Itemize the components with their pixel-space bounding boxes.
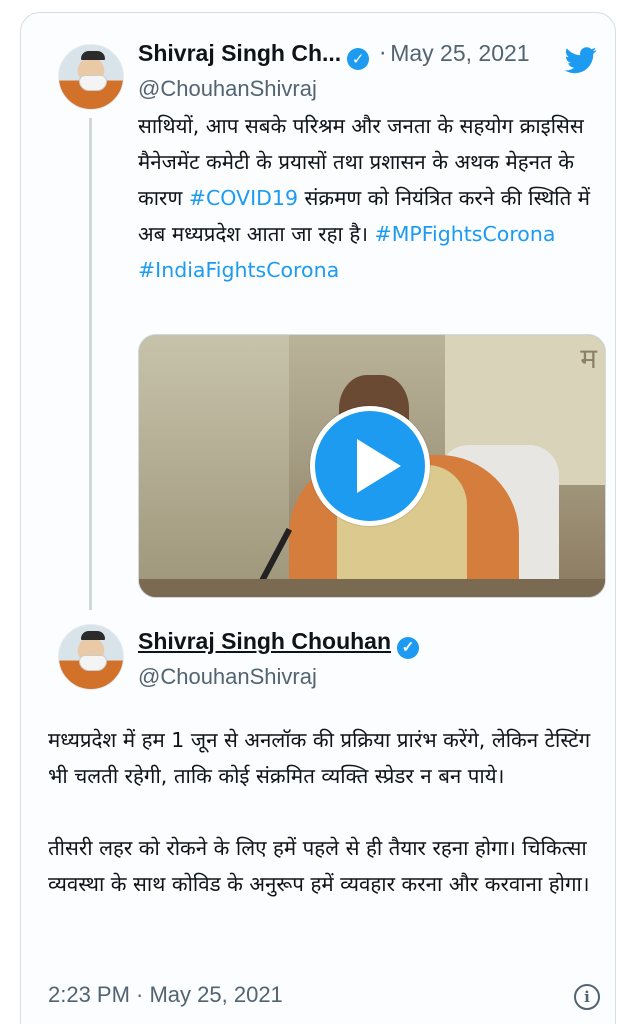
video-overlay-text: म xyxy=(580,342,597,375)
tweet-date[interactable]: May 25, 2021 xyxy=(390,40,529,66)
author-name-text: Shivraj Singh Chouhan xyxy=(138,628,392,654)
hashtag-link[interactable]: #IndiaFightsCorona xyxy=(138,258,339,282)
parent-tweet-header: Shivraj Singh Ch... ✓ · May 25, 2021 xyxy=(138,40,608,74)
tweet-paragraph: मध्यप्रदेश में हम 1 जून से अनलॉक की प्रक… xyxy=(48,728,591,788)
tweet-timestamp[interactable]: 2:23 PM · May 25, 2021 xyxy=(48,982,283,1008)
play-icon xyxy=(357,439,401,493)
info-icon[interactable]: i xyxy=(574,984,600,1010)
author-name[interactable]: Shivraj Singh Ch... xyxy=(138,40,341,66)
verified-badge-icon: ✓ xyxy=(397,637,420,659)
tweet-text: मध्यप्रदेश में हम 1 जून से अनलॉक की प्रक… xyxy=(48,722,608,902)
hashtag-link[interactable]: #MPFightsCorona xyxy=(375,222,556,246)
tweet-text: साथियों, आप सबके परिश्रम और जनता के सहयो… xyxy=(138,108,604,288)
tweet-paragraph: तीसरी लहर को रोकने के लिए हमें पहले से ह… xyxy=(48,836,590,896)
author-handle[interactable]: @ChouhanShivraj xyxy=(138,76,317,102)
play-button[interactable] xyxy=(310,406,430,526)
twitter-bird-icon[interactable] xyxy=(562,44,600,76)
thread-connector-line xyxy=(89,118,92,610)
avatar[interactable] xyxy=(58,624,124,690)
author-name[interactable]: Shivraj Singh Chouhan ✓ xyxy=(138,628,420,659)
verified-badge-icon: ✓ xyxy=(347,48,370,70)
author-handle[interactable]: @ChouhanShivraj xyxy=(138,664,317,690)
separator-dot: · xyxy=(379,42,387,67)
avatar[interactable] xyxy=(58,44,124,110)
hashtag-link[interactable]: #COVID19 xyxy=(189,186,298,210)
